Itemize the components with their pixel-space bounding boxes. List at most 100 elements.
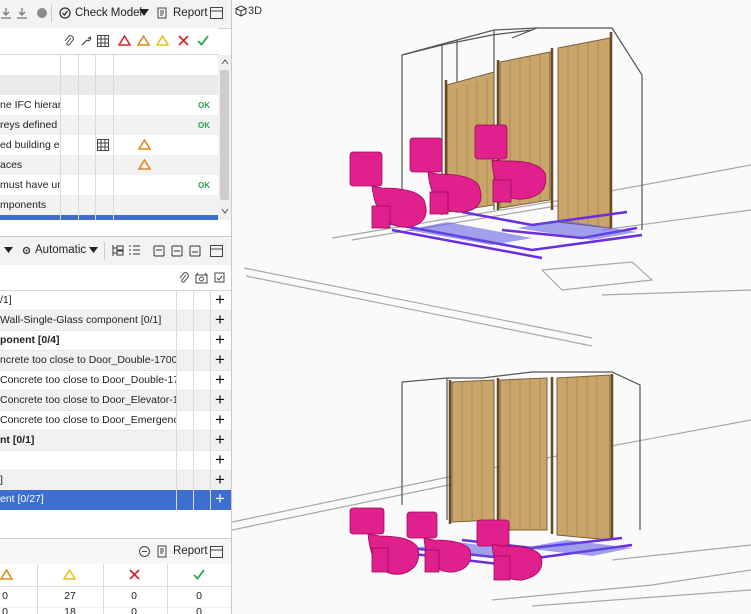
rule-row[interactable]: mponents <box>0 195 218 216</box>
rule-row[interactable]: ne IFC hierarc OK <box>0 95 218 116</box>
issue-row[interactable]: Concrete too close to Door_Double-170 + <box>0 371 231 391</box>
rules-group-row[interactable] <box>0 75 218 96</box>
issue-row[interactable]: Concrete too close to Door_Elevator-100 + <box>0 391 231 411</box>
add-issue-button[interactable]: + <box>211 291 229 310</box>
rule-label: mponents <box>0 199 47 211</box>
add-issue-button[interactable]: + <box>211 311 229 330</box>
scroll-thumb[interactable] <box>220 70 229 200</box>
list-view-icon[interactable] <box>128 244 141 257</box>
critical-issue-icon <box>118 35 131 46</box>
report-button[interactable]: Report <box>173 7 208 19</box>
ok-badge: OK <box>198 101 210 110</box>
import-icon[interactable] <box>0 7 12 19</box>
add-issue-button[interactable]: + <box>211 490 229 509</box>
attachment-icon <box>179 272 189 283</box>
rejected-icon <box>178 35 189 46</box>
issue-label: ponent [0/4] <box>0 334 60 346</box>
summary-value: 0 <box>196 590 202 602</box>
summary-value: 0 <box>2 608 8 614</box>
record-icon[interactable] <box>36 7 48 19</box>
rule-row[interactable]: aces <box>0 155 218 176</box>
issue-add-icon[interactable] <box>171 244 183 257</box>
table-icon[interactable] <box>97 139 109 151</box>
issue-row[interactable]: Concrete too close to Door_Emergency_ + <box>0 411 231 431</box>
automatic-dropdown[interactable]: Automatic <box>35 244 86 256</box>
gear-icon <box>22 246 31 255</box>
issue-label: Concrete too close to Door_Elevator-100 <box>0 394 176 406</box>
check-model-icon[interactable] <box>59 7 71 19</box>
column-divider <box>103 564 104 614</box>
summary-row: 0 27 0 0 <box>0 587 231 608</box>
add-issue-button[interactable]: + <box>211 451 229 470</box>
issues-toolbar: Automatic <box>0 236 231 266</box>
download-icon[interactable] <box>16 7 28 19</box>
rule-row[interactable]: reys defined OK <box>0 115 218 136</box>
summary-value: 27 <box>64 590 76 602</box>
summary-value: 0 <box>196 608 202 614</box>
rules-scrollbar[interactable] <box>218 55 231 220</box>
moderate-issue-icon <box>138 139 151 150</box>
summary-report-button[interactable]: Report <box>173 545 208 557</box>
issue-row[interactable]: /1] + <box>0 291 231 311</box>
issue-row[interactable]: Wall-Single-Glass component [0/1] + <box>0 311 231 331</box>
issue-row[interactable]: ponent [0/4] + <box>0 331 231 351</box>
report-icon <box>157 545 167 558</box>
left-panel: Check Model Report ne IFC hierarc OK rey… <box>0 0 232 614</box>
issue-group-icon[interactable] <box>153 244 165 257</box>
scroll-up-icon[interactable] <box>221 59 229 65</box>
add-issue-button[interactable]: + <box>211 351 229 370</box>
check-model-button[interactable]: Check Model <box>75 7 142 19</box>
issue-row[interactable]: + <box>0 451 231 471</box>
toolbar-divider <box>51 5 52 22</box>
panel-layout-icon[interactable] <box>210 7 223 19</box>
column-divider <box>95 55 96 220</box>
table-icon <box>97 35 109 47</box>
add-issue-button[interactable]: + <box>211 431 229 450</box>
chevron-down-icon[interactable] <box>4 247 13 254</box>
tree-view-icon[interactable] <box>111 244 124 257</box>
summary-header <box>0 564 231 587</box>
issue-label: ncrete too close to Door_Double-1700 <box>0 354 176 366</box>
rule-row[interactable]: must have un OK <box>0 175 218 196</box>
scroll-down-icon[interactable] <box>221 208 229 214</box>
camera-icon <box>195 272 208 284</box>
rule-label: ed building e <box>0 139 60 151</box>
column-divider <box>37 564 38 614</box>
add-issue-button[interactable]: + <box>211 331 229 350</box>
issue-remove-icon[interactable] <box>189 244 201 257</box>
settings-report-icon[interactable] <box>138 545 151 558</box>
summary-value: 0 <box>2 590 8 602</box>
summary-table: 0 27 0 0 0 18 0 0 <box>0 564 231 614</box>
ok-badge: OK <box>198 121 210 130</box>
rule-row[interactable]: ed building e <box>0 135 218 156</box>
summary-value: 18 <box>64 608 76 614</box>
column-divider <box>78 55 79 220</box>
add-issue-button[interactable]: + <box>211 371 229 390</box>
summary-value: 0 <box>131 590 137 602</box>
column-divider <box>193 291 194 510</box>
toolbar-divider <box>104 242 105 260</box>
moderate-issue-icon <box>138 159 151 170</box>
add-issue-button[interactable]: + <box>211 411 229 430</box>
add-issue-button[interactable]: + <box>211 391 229 410</box>
rule-row-selected[interactable] <box>0 215 218 220</box>
lower-restroom-model <box>349 371 641 581</box>
chevron-down-icon[interactable] <box>139 9 149 17</box>
issues-list: /1] + Wall-Single-Glass component [0/1] + … <box>0 291 231 511</box>
rules-list: ne IFC hierarc OK reys defined OK ed bui… <box>0 55 218 220</box>
chevron-down-icon[interactable] <box>89 247 98 254</box>
issue-row[interactable]: nt [0/1] + <box>0 431 231 451</box>
panel-layout-icon[interactable] <box>210 245 223 257</box>
issue-row[interactable]: ] + <box>0 471 231 491</box>
upper-restroom-model <box>349 27 643 260</box>
summary-row-partial: 0 18 0 0 <box>0 608 231 614</box>
3d-viewport[interactable]: 3D <box>232 0 751 614</box>
issue-row[interactable]: ncrete too close to Door_Double-1700 + <box>0 351 231 371</box>
panel-layout-icon[interactable] <box>210 546 223 558</box>
issues-header <box>0 265 231 291</box>
issue-label: ent [0/27] <box>0 493 44 505</box>
issue-label: Concrete too close to Door_Double-170 <box>0 374 176 386</box>
add-issue-button[interactable]: + <box>211 471 229 490</box>
wrench-icon <box>81 36 92 46</box>
issue-row-selected[interactable]: ent [0/27] + <box>0 490 231 511</box>
